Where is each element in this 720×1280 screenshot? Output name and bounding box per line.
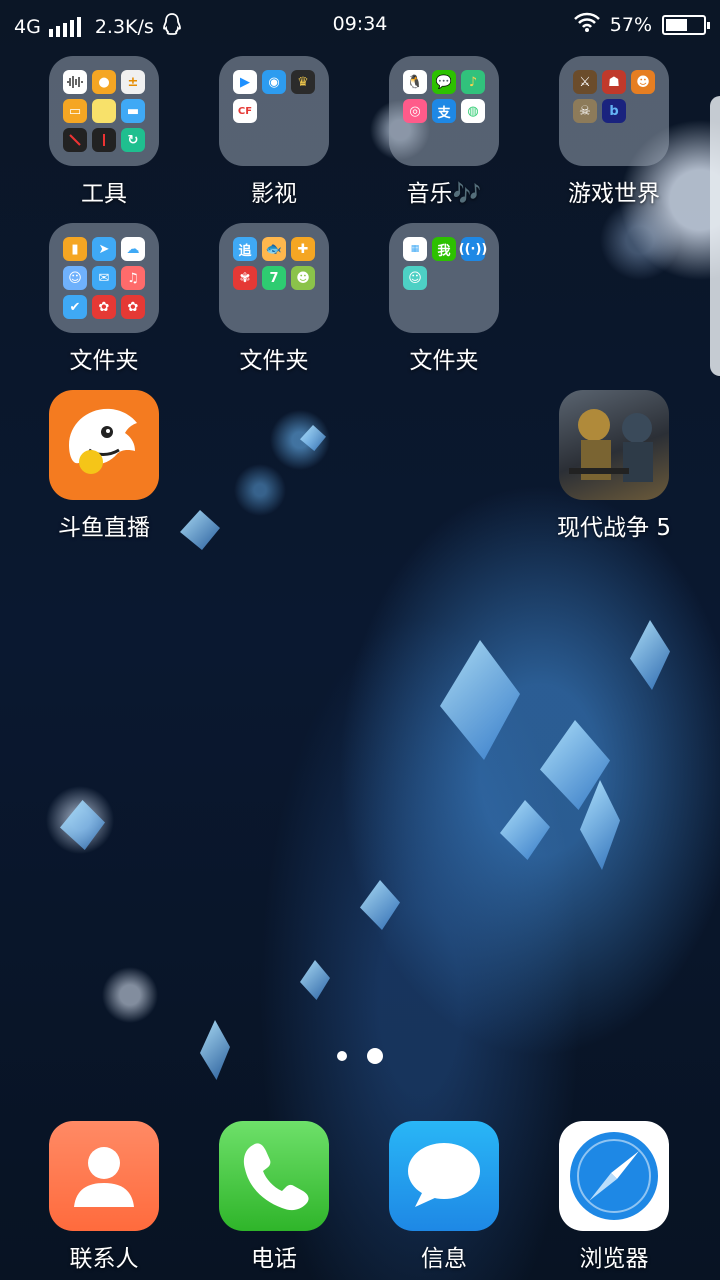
folder-label: 游戏世界 — [568, 181, 660, 207]
bulb-icon: ● — [92, 70, 116, 94]
folder-label: 音乐🎶 — [406, 181, 482, 207]
phone-icon[interactable] — [219, 1121, 329, 1231]
page-dot-1[interactable] — [337, 1051, 347, 1061]
messages-icon[interactable] — [389, 1121, 499, 1231]
notes-icon — [92, 99, 116, 123]
frog-icon: ☻ — [291, 266, 315, 290]
battery-percent: 57% — [609, 13, 652, 36]
recorder-icon — [92, 128, 116, 152]
page-dot-2-active[interactable] — [367, 1048, 383, 1064]
dock-messages[interactable]: 信息 — [364, 1121, 524, 1273]
camera360-icon: ◎ — [403, 99, 427, 123]
folder-games[interactable]: ⚔ ☗ ☻ ☠ b 游戏世界 — [534, 56, 694, 208]
folder-video[interactable]: ▶ ◉ ♛ CF 影视 — [194, 56, 354, 208]
edge-sidebar-handle[interactable] — [710, 96, 720, 376]
folder-label: 文件夹 — [409, 348, 479, 374]
folder-tools[interactable]: ● ± ▭ ▬ ↻ 工具 — [24, 56, 184, 208]
shield-icon: ✔ — [63, 295, 87, 319]
game-b-icon: b — [602, 99, 626, 123]
books-icon: ▮ — [63, 237, 87, 261]
browser-icon[interactable] — [559, 1121, 669, 1231]
qq-music-icon: ♪ — [461, 70, 485, 94]
app-label: 现代战争 5 — [557, 515, 671, 541]
eye-video-icon: ◉ — [262, 70, 286, 94]
face-icon: ☺ — [403, 266, 427, 290]
crossfire-icon: CF — [233, 99, 257, 123]
gamepad-icon: ✚ — [291, 237, 315, 261]
food-icon: 🐟 — [262, 237, 286, 261]
folder-3[interactable]: ▦ 我 ((·)) ☺ 文件夹 — [364, 223, 524, 375]
dock-phone[interactable]: 电话 — [194, 1121, 354, 1273]
red-app-icon: ✿ — [92, 295, 116, 319]
game-hero-icon: ⚔ — [573, 70, 597, 94]
folder-1-tile[interactable]: ▮ ➤ ☁ ☺ ✉ ♫ ✔ ✿ ✿ — [49, 223, 159, 333]
zhui-icon: 追 — [233, 237, 257, 261]
app-label: 斗鱼直播 — [58, 515, 150, 541]
maps-icon: ◍ — [461, 99, 485, 123]
game-kings-icon: ☗ — [602, 70, 626, 94]
send-icon: ➤ — [92, 237, 116, 261]
status-bar: 4G 2.3K/s 09:34 57% — [0, 0, 720, 50]
wo-icon: 我 — [432, 237, 456, 261]
game-pubg-icon: ☠ — [573, 99, 597, 123]
folder-music[interactable]: 🐧 💬 ♪ ◎ 支 ◍ 音乐🎶 — [364, 56, 524, 208]
cloud-icon: ☁ — [121, 237, 145, 261]
page-indicator[interactable] — [0, 1048, 720, 1064]
qq-icon: 🐧 — [403, 70, 427, 94]
folder-2[interactable]: 追 🐟 ✚ ✾ 7 ☻ 文件夹 — [194, 223, 354, 375]
alipay-icon: 支 — [432, 99, 456, 123]
folder-3-tile[interactable]: ▦ 我 ((·)) ☺ — [389, 223, 499, 333]
folder-2-tile[interactable]: 追 🐟 ✚ ✾ 7 ☻ — [219, 223, 329, 333]
folder-tools-tile[interactable]: ● ± ▭ ▬ ↻ — [49, 56, 159, 166]
card-icon: ▬ — [121, 99, 145, 123]
mail-icon: ✉ — [92, 266, 116, 290]
dock-browser[interactable]: 浏览器 — [534, 1121, 694, 1273]
game-naruto-icon: ☻ — [631, 70, 655, 94]
sync-icon: ↻ — [121, 128, 145, 152]
pinduoduo-icon: ✾ — [233, 266, 257, 290]
battery-fill — [666, 18, 687, 31]
battery-icon — [662, 14, 710, 35]
dock-label: 联系人 — [69, 1246, 139, 1272]
music-note-icon: ♫ — [121, 266, 145, 290]
seven-icon: 7 — [262, 266, 286, 290]
folder-video-tile[interactable]: ▶ ◉ ♛ CF — [219, 56, 329, 166]
dock-label: 电话 — [251, 1246, 297, 1272]
dock-contacts[interactable]: 联系人 — [24, 1121, 184, 1273]
folder-label: 影视 — [251, 181, 297, 207]
dock-label: 信息 — [421, 1246, 467, 1272]
contacts-icon[interactable] — [49, 1121, 159, 1231]
calculator-icon: ± — [121, 70, 145, 94]
folder-music-tile[interactable]: 🐧 💬 ♪ ◎ 支 ◍ — [389, 56, 499, 166]
folder-label: 文件夹 — [69, 348, 139, 374]
red-app2-icon: ✿ — [121, 295, 145, 319]
folder-games-tile[interactable]: ⚔ ☗ ☻ ☠ b — [559, 56, 669, 166]
files-icon: ▭ — [63, 99, 87, 123]
app-douyu[interactable]: 斗鱼直播 — [24, 390, 184, 542]
crown-icon: ♛ — [291, 70, 315, 94]
wifi-key-icon: ((·)) — [459, 237, 487, 261]
compass-icon — [63, 128, 87, 152]
video-player-icon: ▶ — [233, 70, 257, 94]
wechat-icon: 💬 — [432, 70, 456, 94]
dock-label: 浏览器 — [579, 1246, 649, 1272]
douyu-icon[interactable] — [49, 390, 159, 500]
folder-label: 文件夹 — [239, 348, 309, 374]
voice-memo-icon — [63, 70, 87, 94]
app-modern-combat[interactable]: 现代战争 5 — [534, 390, 694, 542]
robot-icon: ☺ — [63, 266, 87, 290]
wifi-icon — [573, 12, 600, 37]
calendar-icon: ▦ — [403, 237, 427, 261]
modern-combat-icon[interactable] — [559, 390, 669, 500]
folder-1[interactable]: ▮ ➤ ☁ ☺ ✉ ♫ ✔ ✿ ✿ 文件夹 — [24, 223, 184, 375]
folder-label: 工具 — [81, 181, 127, 207]
